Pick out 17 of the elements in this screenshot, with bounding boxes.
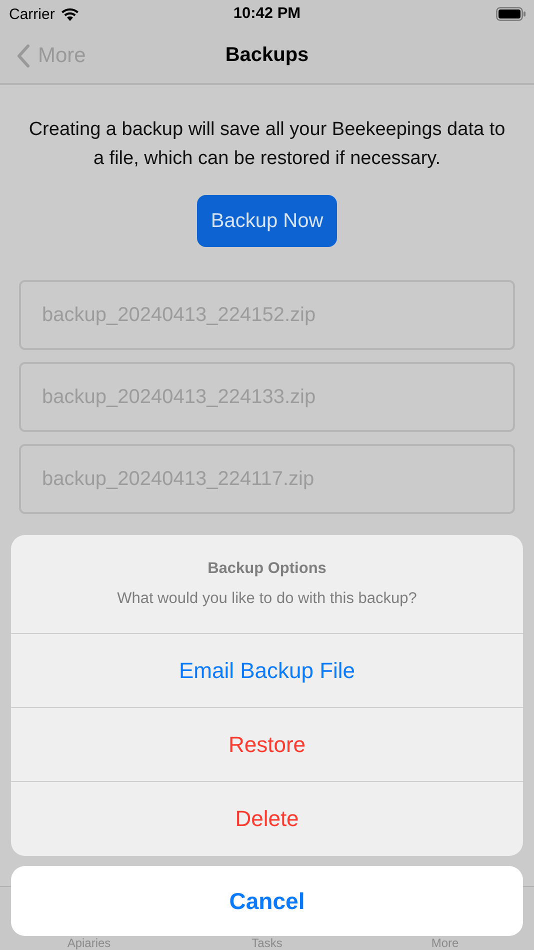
sheet-message: What would you like to do with this backup? xyxy=(117,590,417,608)
sheet-action-button[interactable]: Restore xyxy=(11,708,523,782)
sheet-action-button[interactable]: Email Backup File xyxy=(11,634,523,708)
sheet-title: Backup Options xyxy=(208,560,326,578)
carrier-label: Carrier xyxy=(9,6,55,22)
tab-bar-item[interactable]: More xyxy=(356,937,534,949)
intro-text: Creating a backup will save all your Beekeepings data to a file, which can be restored if necessary. xyxy=(28,118,506,171)
battery-icon xyxy=(496,7,526,21)
status-time: 10:42 PM xyxy=(233,5,301,22)
chevron-left-icon xyxy=(16,44,30,68)
nav-title: Backups xyxy=(225,44,309,66)
backup-now-button[interactable]: Backup Now xyxy=(196,195,338,247)
cancel-button[interactable]: Cancel xyxy=(11,866,523,936)
sheet-action-button[interactable]: Delete xyxy=(11,782,523,856)
tab-bar-item[interactable]: Apiaries xyxy=(0,937,178,949)
wifi-icon xyxy=(60,8,79,20)
tab-bar-item[interactable]: Tasks xyxy=(178,937,356,949)
